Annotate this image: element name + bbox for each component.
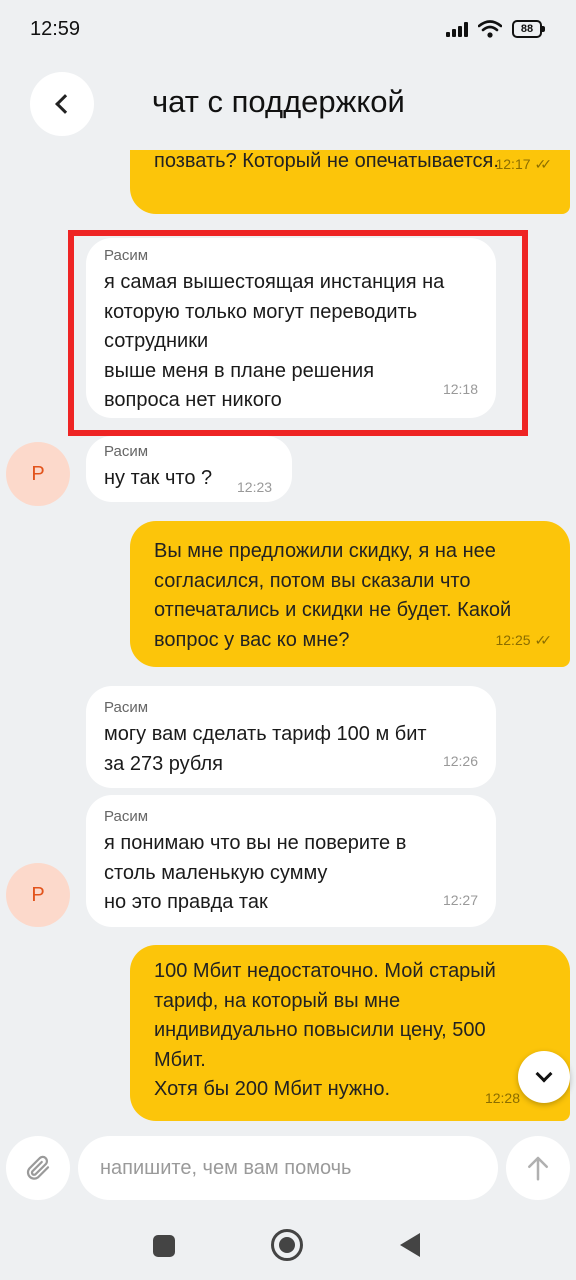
signal-icon <box>446 21 468 37</box>
wifi-icon <box>478 20 502 38</box>
back-triangle-icon[interactable] <box>400 1233 420 1257</box>
message-time: 12:26 <box>442 752 478 769</box>
chevron-down-icon <box>535 1065 553 1083</box>
back-button[interactable] <box>30 72 94 136</box>
message-time: 12:17 <box>495 156 531 172</box>
message-time: 12:25 <box>495 631 531 648</box>
message-sender: Расим <box>104 808 149 825</box>
message-sender: Расим <box>104 699 149 716</box>
scroll-down-button[interactable] <box>518 1051 570 1103</box>
chat-header: чат с поддержкой <box>0 60 576 150</box>
arrow-up-icon <box>528 1156 548 1181</box>
status-time: 12:59 <box>30 18 81 40</box>
message-time: 12:28 <box>484 1089 520 1106</box>
paperclip-icon <box>26 1155 50 1180</box>
avatar: Р <box>6 442 70 506</box>
message-outgoing: Вы мне предложили скидку, я на нее согла… <box>130 521 570 667</box>
composer <box>0 1122 576 1214</box>
message-text: могу вам сделать тариф 100 м бит за 273 … <box>104 723 427 775</box>
chevron-left-icon <box>54 94 75 114</box>
message-input[interactable] <box>78 1136 498 1200</box>
message-incoming: Расим могу вам сделать тариф 100 м бит з… <box>86 686 496 788</box>
status-icons: 88 <box>446 20 545 38</box>
message-text: Вы мне предложили скидку, я на нее согла… <box>154 540 512 651</box>
recents-icon[interactable] <box>153 1235 175 1257</box>
message-text: я понимаю что вы не поверите в столь мал… <box>104 832 407 913</box>
highlight-frame <box>68 230 528 436</box>
double-check-icon: ✓✓ <box>534 631 553 648</box>
avatar: Р <box>6 863 70 927</box>
home-icon[interactable] <box>271 1229 303 1261</box>
message-outgoing: позвать? Который не опечатывается. 12:17… <box>130 150 570 214</box>
battery-icon: 88 <box>512 20 545 38</box>
send-button[interactable] <box>506 1136 570 1200</box>
message-time: 12:27 <box>442 891 478 908</box>
status-bar: 12:59 88 <box>0 0 576 60</box>
message-incoming: Расим ну так что ? 12:23 <box>86 436 292 502</box>
message-incoming: Расим я понимаю что вы не поверите в сто… <box>86 795 496 927</box>
message-text: 100 Мбит недостаточно. Мой старый тариф,… <box>154 960 496 1100</box>
double-check-icon: ✓✓ <box>534 156 553 172</box>
message-list[interactable]: позвать? Который не опечатывается. 12:17… <box>0 150 576 1122</box>
message-outgoing: 100 Мбит недостаточно. Мой старый тариф,… <box>130 945 570 1121</box>
message-sender: Расим <box>104 443 149 460</box>
message-time-row: 12:17 ✓✓ <box>495 150 553 180</box>
system-nav-bar <box>0 1214 576 1280</box>
attach-button[interactable] <box>6 1136 70 1200</box>
message-time-row: 12:25 ✓✓ <box>495 626 553 656</box>
message-text: позвать? Который не опечатывается. <box>154 150 499 172</box>
page-title: чат с поддержкой <box>152 84 405 119</box>
message-time: 12:23 <box>237 479 273 495</box>
